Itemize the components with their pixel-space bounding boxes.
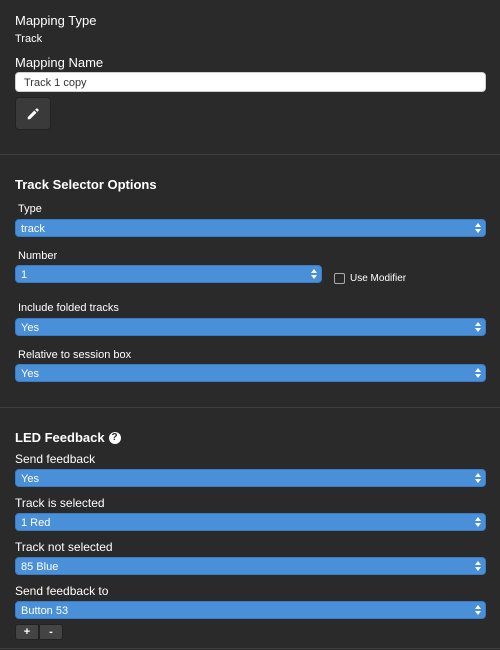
relative-session-value: Yes <box>21 368 39 380</box>
question-circle-icon[interactable]: ? <box>108 431 121 444</box>
send-feedback-value: Yes <box>21 473 39 485</box>
send-feedback-select[interactable]: Yes <box>15 469 486 487</box>
number-label: Number <box>18 250 58 262</box>
use-modifier-checkbox[interactable] <box>334 273 345 284</box>
select-arrows-icon <box>475 322 481 332</box>
include-folded-value: Yes <box>21 322 39 334</box>
mapping-name-label: Mapping Name <box>15 55 104 70</box>
type-label: Type <box>18 203 42 215</box>
send-feedback-to-value: Button 53 <box>21 605 69 617</box>
select-arrows-icon <box>475 561 481 571</box>
number-stepper[interactable]: 1 <box>15 265 322 283</box>
track-not-selected-label: Track not selected <box>15 540 113 554</box>
track-selected-value: 1 Red <box>21 517 51 529</box>
track-selector-heading: Track Selector Options <box>15 177 157 192</box>
led-feedback-header: LED Feedback ? <box>15 430 121 445</box>
section-divider <box>0 407 500 408</box>
track-not-selected-select[interactable]: 85 Blue <box>15 557 486 575</box>
include-folded-select[interactable]: Yes <box>15 318 486 336</box>
select-arrows-icon <box>475 605 481 615</box>
type-select[interactable]: track <box>15 219 486 237</box>
section-divider <box>0 154 500 155</box>
send-feedback-to-label: Send feedback to <box>15 584 109 598</box>
include-folded-label: Include folded tracks <box>18 302 119 314</box>
add-target-button[interactable]: + <box>15 624 39 640</box>
led-feedback-heading: LED Feedback <box>15 430 105 445</box>
relative-session-label: Relative to session box <box>18 349 132 361</box>
stepper-arrows-icon <box>311 269 317 279</box>
number-stepper-value: 1 <box>21 269 28 281</box>
select-arrows-icon <box>475 517 481 527</box>
send-feedback-label: Send feedback <box>15 452 96 466</box>
edit-name-button[interactable] <box>15 97 51 130</box>
track-selected-select[interactable]: 1 Red <box>15 513 486 531</box>
track-selected-label: Track is selected <box>15 496 105 510</box>
mapping-name-input[interactable]: Track 1 copy <box>15 72 486 92</box>
track-not-selected-value: 85 Blue <box>21 561 59 573</box>
section-divider <box>0 648 500 649</box>
select-arrows-icon <box>475 223 481 233</box>
relative-session-select[interactable]: Yes <box>15 364 486 382</box>
use-modifier-label: Use Modifier <box>350 273 407 284</box>
select-arrows-icon <box>475 473 481 483</box>
pencil-icon <box>27 107 39 119</box>
mapping-type-value: Track <box>15 33 43 45</box>
type-select-value: track <box>21 223 45 235</box>
send-feedback-to-select[interactable]: Button 53 <box>15 601 486 619</box>
remove-target-button[interactable]: - <box>39 624 63 640</box>
select-arrows-icon <box>475 368 481 378</box>
mapping-type-label: Mapping Type <box>15 13 97 28</box>
